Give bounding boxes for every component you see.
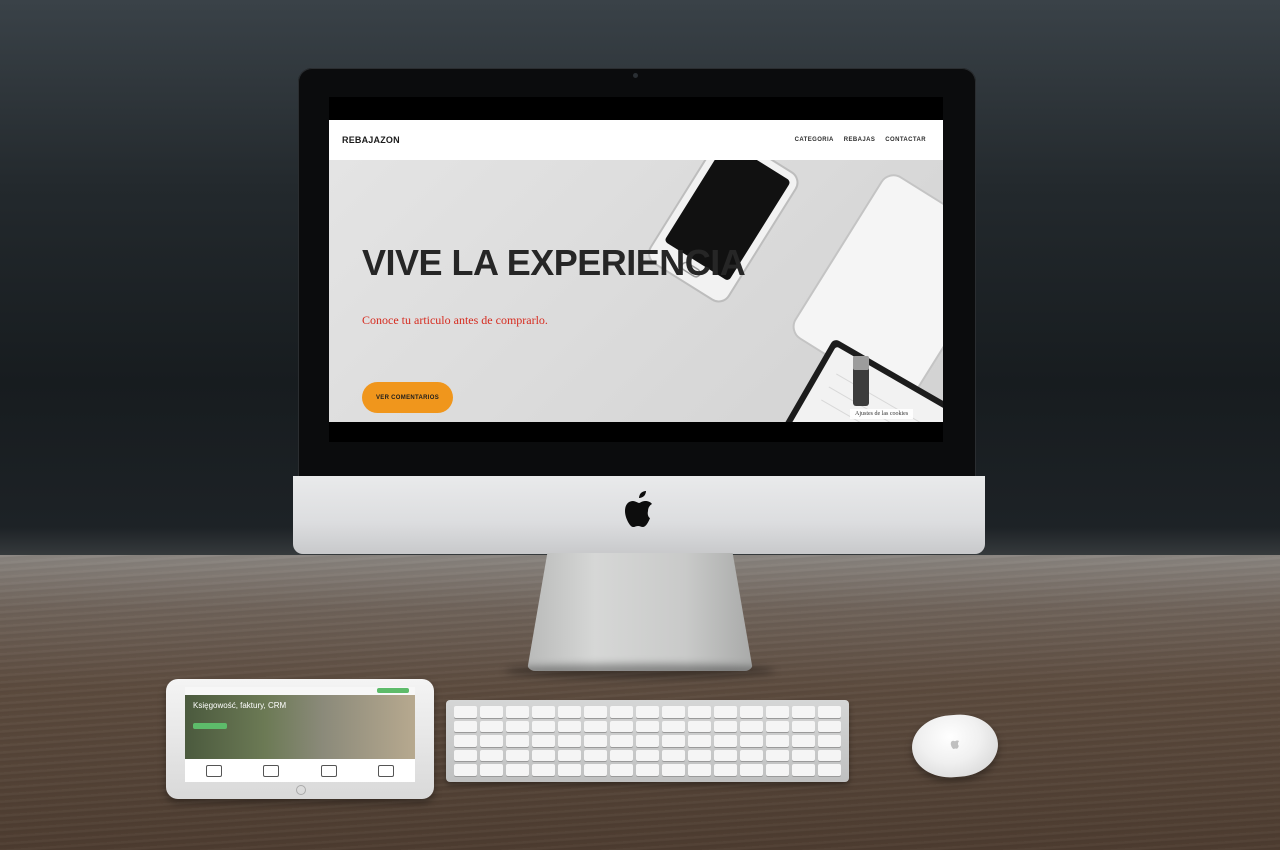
imac-screen: REBAJAZON CATEGORIA REBAJAS CONTACTAR VI… [329,97,943,442]
ver-comentarios-button[interactable]: VER COMENTARIOS [362,382,453,413]
apple-logo-icon [625,491,652,527]
ipad-hero: Księgowość, faktury, CRM [185,695,415,759]
cookie-settings-link[interactable]: Ajustes de las cookies [850,409,914,419]
chart-icon [320,764,337,777]
ipad-navbar [185,687,415,695]
nav-item-rebajas[interactable]: REBAJAS [844,137,875,143]
nav-item-categoria[interactable]: CATEGORIA [795,137,834,143]
ipad-feature-icons [185,759,415,782]
ipad: Księgowość, faktury, CRM [166,679,434,799]
ipad-hero-button[interactable] [193,723,227,729]
stand-shadow [505,664,775,678]
ipad-nav-button[interactable] [377,688,409,693]
site-logo[interactable]: REBAJAZON [342,135,400,145]
ipad-home-button [296,785,306,795]
camera-icon [633,73,638,78]
keyboard [446,700,849,782]
nav-item-contactar[interactable]: CONTACTAR [885,137,926,143]
key-grid [454,706,841,776]
hero-section: VIVE LA EXPERIENCIA Conoce tu articulo a… [329,160,943,422]
hero-title: VIVE LA EXPERIENCIA [362,242,746,284]
apple-logo-icon [950,740,960,749]
document-icon [263,764,280,777]
laptop-icon [205,764,222,777]
site-nav: CATEGORIA REBAJAS CONTACTAR [795,137,926,143]
ipad-hero-text: Księgowość, faktury, CRM [193,701,287,710]
hero-subtitle: Conoce tu articulo antes de comprarlo. [362,313,548,327]
site-header: REBAJAZON CATEGORIA REBAJAS CONTACTAR [329,120,943,160]
ipad-screen: Księgowość, faktury, CRM [185,687,415,782]
imac-stand [527,553,753,671]
people-icon [378,764,395,777]
